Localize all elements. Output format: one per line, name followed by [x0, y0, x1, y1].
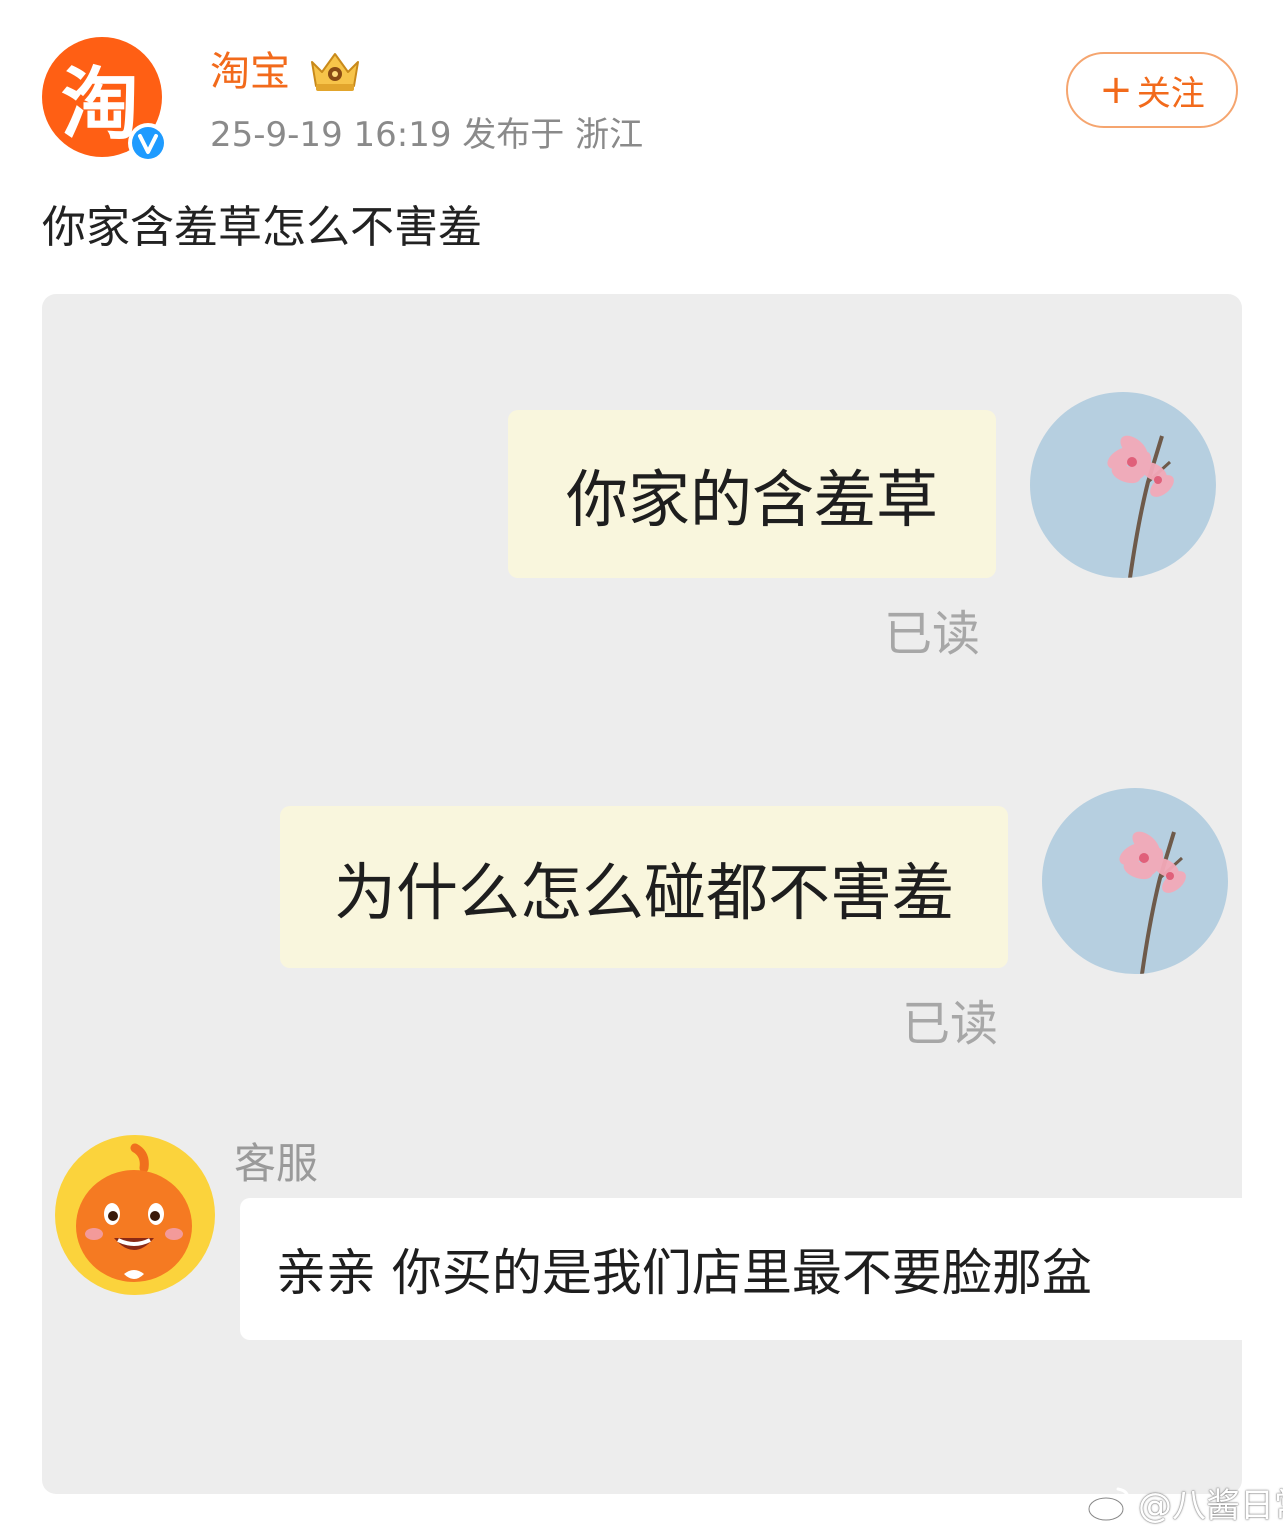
user-avatar: [1030, 392, 1216, 578]
reply-text: 亲亲 你买的是我们店里最不要脸那盆: [276, 1244, 1092, 1302]
author-avatar[interactable]: 淘: [40, 35, 168, 163]
chat-screenshot-image[interactable]: 你家的含羞草 已读 为什么怎么碰都不害羞 已读 客服 亲亲 你买的是我们店里最不…: [42, 294, 1242, 1494]
pink-flower-avatar-icon: [1030, 392, 1216, 578]
follow-label: 关注: [1136, 73, 1205, 114]
read-status: 已读: [884, 606, 981, 662]
crown-badge-icon: [311, 53, 359, 91]
taobao-logo-icon: 淘: [42, 37, 168, 163]
agent-avatar: [54, 1134, 216, 1296]
sent-message-bubble: 你家的含羞草: [508, 410, 996, 578]
message-text: 为什么怎么碰都不害羞: [333, 856, 954, 929]
user-avatar: [1042, 788, 1228, 974]
watermark: @八酱日常: [1086, 1478, 1283, 1527]
agent-name: 客服: [234, 1139, 319, 1188]
sent-message-bubble: 为什么怎么碰都不害羞: [280, 806, 1008, 968]
post-meta: 25-9-19 16:19 发布于 浙江: [210, 115, 644, 155]
post-text: 你家含羞草怎么不害羞: [42, 202, 482, 253]
follow-button[interactable]: + 关注: [1066, 52, 1238, 128]
read-status: 已读: [902, 996, 999, 1052]
received-message-bubble: 亲亲 你买的是我们店里最不要脸那盆: [240, 1198, 1242, 1340]
svg-text:淘: 淘: [61, 60, 139, 150]
verified-v-icon: [132, 127, 164, 159]
taobao-mascot-icon: [55, 1135, 215, 1295]
author-name[interactable]: 淘宝: [210, 46, 290, 98]
plus-icon: +: [1099, 67, 1133, 113]
pink-flower-avatar-icon: [1042, 788, 1228, 974]
watermark-text: @八酱日常: [1138, 1486, 1283, 1526]
weibo-logo-icon: [1087, 1487, 1130, 1521]
message-text: 你家的含羞草: [565, 463, 938, 536]
